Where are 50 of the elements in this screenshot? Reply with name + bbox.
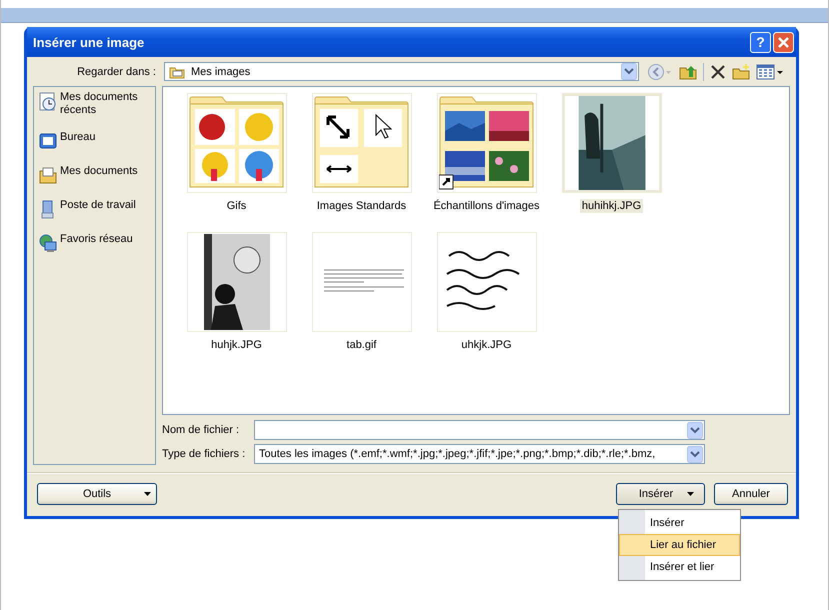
insert-button-label: Insérer: [638, 488, 674, 500]
file-name[interactable]: Gifs: [224, 199, 248, 213]
place-item[interactable]: Mes documents: [36, 164, 155, 186]
file-type-label: Type de fichiers :: [162, 448, 246, 460]
up-folder-icon[interactable]: [679, 64, 697, 80]
menu-item[interactable]: Insérer: [619, 512, 740, 534]
globe-computer-icon: [38, 233, 58, 253]
menu-item[interactable]: Insérer et lier: [619, 556, 740, 578]
views-icon[interactable]: [756, 64, 784, 80]
file-name[interactable]: tab.gif: [344, 338, 378, 352]
file-type-combo[interactable]: Toutes les images (*.emf;*.wmf;*.jpg;*.jpeg;*.jfif;*.jpe;*.png;*.bmp;*.dib;*.rle;*.bmz,: [254, 444, 705, 464]
file-name[interactable]: huhjk.JPG: [209, 338, 264, 352]
close-icon[interactable]: [773, 32, 794, 52]
dropdown-button[interactable]: [687, 446, 703, 463]
menu-item[interactable]: Lier au fichier: [619, 534, 740, 556]
look-in-label: Regarder dans :: [76, 66, 157, 78]
file-name-label: Nom de fichier :: [162, 424, 240, 436]
folder-drawing[interactable]: [438, 95, 534, 191]
help-button[interactable]: ?: [750, 32, 771, 52]
dropdown-button[interactable]: [621, 63, 637, 80]
insert-split-button[interactable]: Insérer: [616, 483, 705, 505]
delete-icon[interactable]: [710, 64, 726, 80]
file-name[interactable]: huhihkj.JPG: [580, 199, 644, 213]
place-label: Mes documents récents: [60, 91, 139, 117]
new-folder-icon[interactable]: [732, 64, 750, 80]
place-label: Mes documents: [60, 165, 138, 178]
dropdown-button[interactable]: [687, 422, 703, 439]
place-label: Bureau: [60, 131, 96, 144]
place-item[interactable]: Poste de travail: [36, 198, 155, 220]
file-name[interactable]: Images Standards: [314, 199, 408, 213]
place-item[interactable]: Bureau: [36, 130, 155, 152]
cancel-button[interactable]: Annuler: [714, 483, 788, 505]
place-item[interactable]: Favoris réseau: [36, 232, 155, 254]
look-in-combo[interactable]: Mes images: [164, 62, 639, 81]
file-type-value: Toutes les images (*.emf;*.wmf;*.jpg;*.jpeg;*.jfif;*.jpe;*.png;*.bmp;*.dib;*.rle;*.bmz,: [259, 448, 656, 460]
tools-button[interactable]: Outils: [37, 483, 157, 505]
desktop-icon: [38, 131, 58, 151]
file-name[interactable]: Échantillons d'images: [431, 199, 542, 213]
look-in-value: Mes images: [191, 66, 250, 78]
place-label: Poste de travail: [60, 199, 136, 212]
file-name-combo[interactable]: [254, 420, 705, 440]
folder-icon: [169, 64, 185, 78]
clock-document-icon: [38, 91, 58, 111]
caret-icon: [687, 492, 694, 496]
file-name[interactable]: uhkjk.JPG: [459, 338, 514, 352]
place-item[interactable]: Mes documents récents: [36, 90, 155, 118]
window-title: Insérer une image: [33, 34, 144, 50]
folder-icon: [38, 165, 58, 185]
place-label: Favoris réseau: [60, 233, 133, 246]
caret-icon: [144, 492, 151, 496]
